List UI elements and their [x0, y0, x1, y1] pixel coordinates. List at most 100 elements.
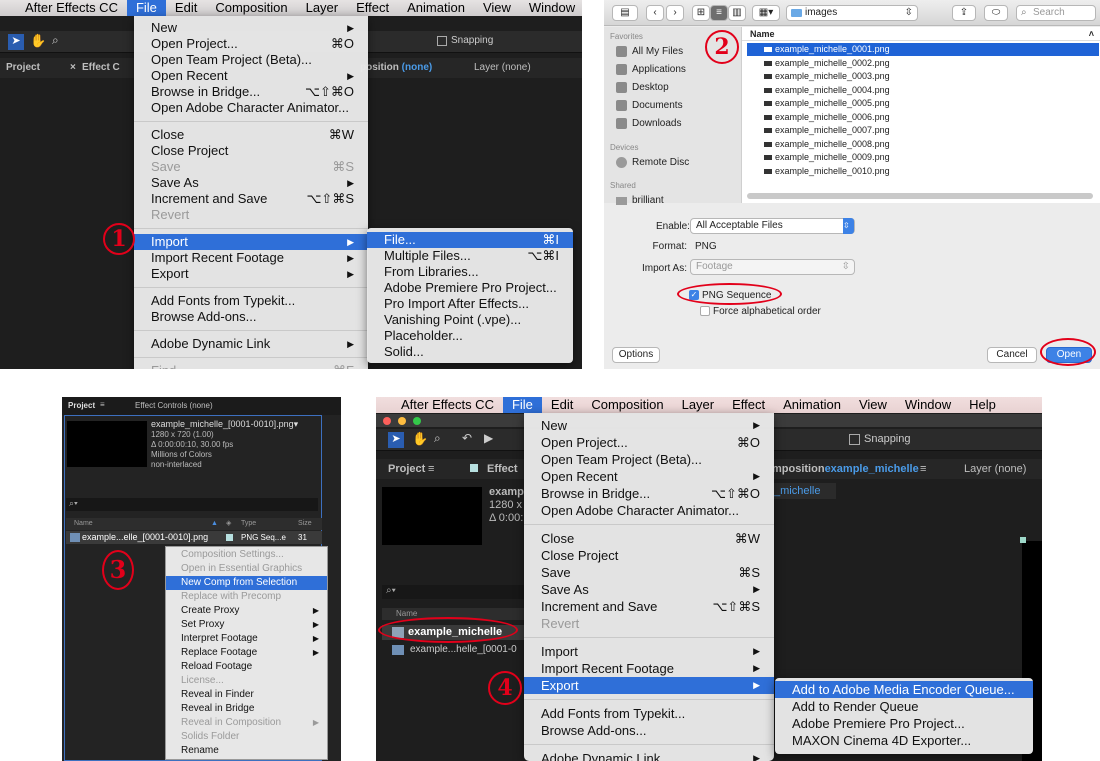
context-item-interpret-footage[interactable]: Interpret Footage ▶	[166, 632, 327, 646]
menu-item-file[interactable]: File... ⌘I	[367, 232, 573, 248]
context-item-new-comp-from-selection[interactable]: New Comp from Selection	[166, 576, 327, 590]
menubar-composition[interactable]: Composition	[206, 0, 296, 16]
menu-item-browse-in-bridge[interactable]: Browse in Bridge... ⌥⇧⌘O	[524, 485, 774, 502]
menubar-view[interactable]: View	[850, 397, 896, 413]
menu-item-close-project[interactable]: Close Project	[524, 547, 774, 564]
context-item-reveal-in-composition[interactable]: Reveal in Composition ▶	[166, 716, 327, 730]
tab-project[interactable]: Project	[6, 62, 40, 73]
tab-layer[interactable]: Layer (none)	[964, 463, 1026, 475]
menu-item-open-recent[interactable]: Open Recent ▶	[134, 68, 368, 84]
menu-item-adobe-premiere-pro-project[interactable]: Adobe Premiere Pro Project...	[367, 280, 573, 296]
menubar-edit[interactable]: Edit	[542, 397, 582, 413]
selection-tool-icon[interactable]: ➤	[8, 34, 24, 50]
tab-effect-controls[interactable]: Effect C	[82, 62, 120, 73]
menu-item-maxon-cinema-4d-exporter[interactable]: MAXON Cinema 4D Exporter...	[775, 732, 1033, 749]
search-field[interactable]: ⌕▾	[66, 498, 318, 511]
zoom-tool-icon[interactable]: ⌕	[434, 431, 441, 446]
file-row[interactable]: example_michelle_0001.png	[747, 43, 1099, 56]
sidebar-item-desktop[interactable]: Desktop	[616, 82, 669, 93]
context-item-reveal-in-bridge[interactable]: Reveal in Bridge	[166, 702, 327, 716]
zoom-tool-icon[interactable]: ⌕	[52, 33, 59, 48]
tab-composition[interactable]: position (none)	[360, 62, 432, 73]
menubar-edit[interactable]: Edit	[166, 0, 206, 16]
context-item-solids-folder[interactable]: Solids Folder	[166, 730, 327, 744]
menu-item-open-team-project-beta[interactable]: Open Team Project (Beta)...	[134, 52, 368, 68]
file-row[interactable]: example_michelle_0007.png	[747, 124, 1099, 137]
menu-item-placeholder[interactable]: Placeholder...	[367, 328, 573, 344]
footage-row[interactable]: example...helle_[0001-0	[382, 643, 526, 657]
menu-item-open-adobe-character-animator[interactable]: Open Adobe Character Animator...	[134, 100, 368, 116]
context-item-replace-footage[interactable]: Replace Footage ▶	[166, 646, 327, 660]
snapping-checkbox[interactable]	[849, 434, 860, 445]
import-as-dropdown[interactable]: Footage ⇳	[690, 259, 855, 275]
menubar-effect[interactable]: Effect	[723, 397, 774, 413]
menu-item-adobe-dynamic-link[interactable]: Adobe Dynamic Link ▶	[524, 750, 774, 761]
menu-item-multiple-files[interactable]: Multiple Files... ⌥⌘I	[367, 248, 573, 264]
menu-item-add-to-render-queue[interactable]: Add to Render Queue	[775, 698, 1033, 715]
context-item-reveal-in-finder[interactable]: Reveal in Finder	[166, 688, 327, 702]
menu-item-pro-import-after-effects[interactable]: Pro Import After Effects...	[367, 296, 573, 312]
menu-item-add-fonts-from-typekit[interactable]: Add Fonts from Typekit...	[134, 293, 368, 309]
menu-item-import[interactable]: Import ▶	[134, 234, 368, 250]
context-item-reload-footage[interactable]: Reload Footage	[166, 660, 327, 674]
menubar-animation[interactable]: Animation	[398, 0, 474, 16]
force-alpha-checkbox[interactable]	[700, 306, 710, 316]
share-button[interactable]: ⇪	[952, 5, 976, 21]
menu-item-revert[interactable]: Revert	[134, 207, 368, 223]
arrange-button[interactable]: ▦▾	[752, 5, 780, 21]
sidebar-item-applications[interactable]: Applications	[616, 64, 686, 75]
tab-project[interactable]: Project	[68, 401, 95, 410]
menu-item-open-recent[interactable]: Open Recent ▶	[524, 468, 774, 485]
menubar-file[interactable]: File	[502, 397, 542, 413]
menubar-view[interactable]: View	[474, 0, 520, 16]
file-row[interactable]: example_michelle_0008.png	[747, 138, 1099, 151]
horizontal-scrollbar[interactable]	[747, 193, 1093, 199]
tab-effect-controls[interactable]: Effect Controls (none)	[135, 401, 213, 410]
menubar-after-effects-cc[interactable]: After Effects CC	[392, 397, 503, 413]
zoom-window-icon[interactable]	[413, 417, 421, 425]
snapping-checkbox[interactable]	[437, 36, 447, 46]
context-item-create-proxy[interactable]: Create Proxy ▶	[166, 604, 327, 618]
column-type[interactable]: Type	[241, 518, 256, 530]
selection-tool-icon[interactable]: ➤	[388, 432, 404, 448]
sidebar-item-all-my-files[interactable]: All My Files	[616, 46, 683, 57]
close-icon[interactable]: ×	[70, 62, 76, 73]
column-size[interactable]: Size	[298, 518, 312, 530]
menu-item-vanishing-point-vpe[interactable]: Vanishing Point (.vpe)...	[367, 312, 573, 328]
context-item-rename[interactable]: Rename	[166, 744, 327, 758]
menu-item-close[interactable]: Close ⌘W	[524, 530, 774, 547]
menu-item-save-as[interactable]: Save As ▶	[524, 581, 774, 598]
menubar-animation[interactable]: Animation	[774, 397, 850, 413]
column-view-button[interactable]: ▥	[728, 5, 746, 21]
context-item-replace-with-precomp[interactable]: Replace with Precomp	[166, 590, 327, 604]
file-row[interactable]: example_michelle_0005.png	[747, 97, 1099, 110]
menu-item-export[interactable]: Export ▶	[524, 677, 774, 694]
menubar-after-effects-cc[interactable]: After Effects CC	[16, 0, 127, 16]
menu-item-save[interactable]: Save ⌘S	[134, 159, 368, 175]
minimize-window-icon[interactable]	[398, 417, 406, 425]
menu-item-from-libraries[interactable]: From Libraries...	[367, 264, 573, 280]
tag-button[interactable]: ⬭	[984, 5, 1008, 21]
menu-icon[interactable]: ≡	[428, 463, 434, 475]
menubar-file[interactable]: File	[126, 0, 166, 16]
close-window-icon[interactable]	[383, 417, 391, 425]
menu-item-open-team-project-beta[interactable]: Open Team Project (Beta)...	[524, 451, 774, 468]
search-field[interactable]: ⌕▾	[382, 585, 526, 599]
menu-item-new[interactable]: New ▶	[524, 417, 774, 434]
search-field[interactable]: ⌕ Search	[1016, 5, 1096, 21]
menu-item-new[interactable]: New ▶	[134, 20, 368, 36]
file-row[interactable]: example_michelle_0002.png	[747, 57, 1099, 70]
menu-item-adobe-premiere-pro-project[interactable]: Adobe Premiere Pro Project...	[775, 715, 1033, 732]
cancel-button[interactable]: Cancel	[987, 347, 1037, 363]
icon-view-button[interactable]: ⊞	[692, 5, 710, 21]
sidebar-item-documents[interactable]: Documents	[616, 100, 683, 111]
tab-layer[interactable]: Layer (none)	[474, 62, 531, 73]
menu-item-increment-and-save[interactable]: Increment and Save ⌥⇧⌘S	[524, 598, 774, 615]
footage-row[interactable]: example...elle_[0001-0010].png PNG Seq..…	[66, 531, 322, 544]
column-name[interactable]: Name	[74, 518, 93, 530]
context-item-set-proxy[interactable]: Set Proxy ▶	[166, 618, 327, 632]
sidebar-item-shared[interactable]: brilliant	[616, 195, 664, 206]
menu-item-browse-in-bridge[interactable]: Browse in Bridge... ⌥⇧⌘O	[134, 84, 368, 100]
sidebar-item-downloads[interactable]: Downloads	[616, 118, 681, 129]
menu-item-revert[interactable]: Revert	[524, 615, 774, 632]
